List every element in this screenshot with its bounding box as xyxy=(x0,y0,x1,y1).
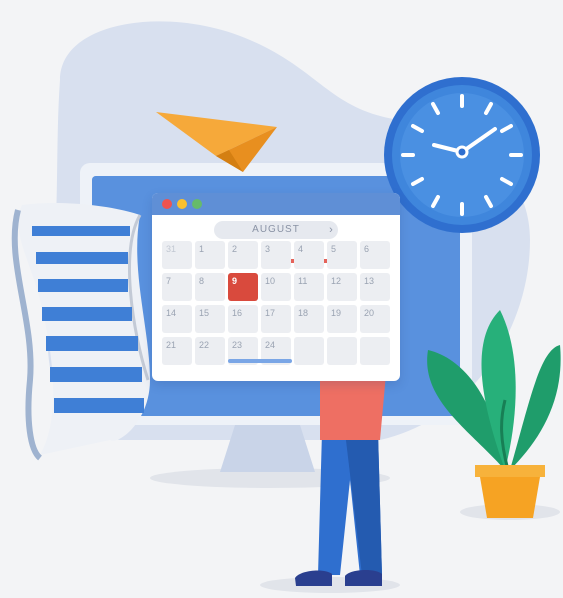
calendar-day[interactable]: 11 xyxy=(294,273,324,301)
calendar-day[interactable] xyxy=(294,337,324,365)
calendar-day[interactable]: 17 xyxy=(261,305,291,333)
day-grid: 31 1 2 3 4 5 6 7 8 9 10 11 12 13 14 15 16 17 18 19 20 21 22 23 2… xyxy=(162,241,390,365)
calendar-day[interactable] xyxy=(360,337,390,365)
calendar-day[interactable]: 31 xyxy=(162,241,192,269)
monitor-stand xyxy=(220,425,315,472)
calendar-day[interactable]: 20 xyxy=(360,305,390,333)
calendar-day[interactable]: 2 xyxy=(228,241,258,269)
calendar-day[interactable]: 9 xyxy=(228,273,258,301)
calendar-day[interactable]: 19 xyxy=(327,305,357,333)
calendar-day[interactable]: 18 xyxy=(294,305,324,333)
wall-clock-icon xyxy=(384,77,540,233)
month-label: AUGUST xyxy=(214,221,338,239)
calendar-day[interactable]: 22 xyxy=(195,337,225,365)
calendar-day[interactable]: 3 xyxy=(261,241,291,269)
close-dot[interactable] xyxy=(162,199,172,209)
chevron-right-icon[interactable]: › xyxy=(324,221,338,239)
calendar-day[interactable]: 16 xyxy=(228,305,258,333)
calendar-day[interactable]: 7 xyxy=(162,273,192,301)
calendar-day[interactable] xyxy=(327,337,357,365)
calendar-day[interactable]: 10 xyxy=(261,273,291,301)
calendar-day[interactable]: 21 xyxy=(162,337,192,365)
document-scroll-icon xyxy=(11,203,150,461)
calendar-day[interactable]: 12 xyxy=(327,273,357,301)
calendar-day[interactable]: 6 xyxy=(360,241,390,269)
calendar-day[interactable]: 1 xyxy=(195,241,225,269)
maximize-dot[interactable] xyxy=(192,199,202,209)
event-bar-blue[interactable] xyxy=(228,359,292,363)
calendar-day[interactable]: 8 xyxy=(195,273,225,301)
calendar-day[interactable]: 4 xyxy=(294,241,324,269)
calendar-day[interactable]: 14 xyxy=(162,305,192,333)
calendar-day[interactable]: 5 xyxy=(327,241,357,269)
minimize-dot[interactable] xyxy=(177,199,187,209)
calendar-day[interactable]: 15 xyxy=(195,305,225,333)
window-titlebar xyxy=(152,193,400,215)
calendar-window: ‹ AUGUST › 31123456789101112131415161718… xyxy=(152,193,400,381)
calendar-day[interactable]: 13 xyxy=(360,273,390,301)
